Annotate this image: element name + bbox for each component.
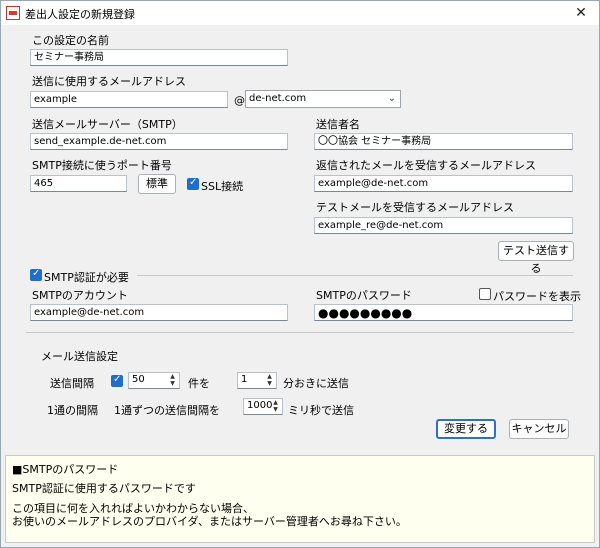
help-line-1: SMTP認証に使用するパスワードです: [12, 482, 196, 495]
count-spinner[interactable]: 50 ▲ ▼: [128, 372, 180, 389]
smtp-auth-label: SMTP認証が必要: [44, 271, 129, 284]
help-pane: ■SMTPのパスワード SMTP認証に使用するパスワードです この項目に何を入れ…: [5, 455, 595, 543]
address-user-input[interactable]: example: [30, 91, 228, 108]
test-send-button[interactable]: テスト送信する: [498, 241, 574, 275]
ssl-label: SSL接続: [201, 180, 244, 193]
port-input[interactable]: 465: [30, 175, 127, 192]
password-label: SMTPのパスワード: [316, 289, 412, 302]
domain-select[interactable]: de-net.com ⌄: [245, 90, 401, 108]
domain-select-value: de-net.com: [249, 93, 307, 104]
spinner-arrows-icon[interactable]: ▲ ▼: [168, 373, 177, 388]
interval-checkbox[interactable]: [111, 374, 123, 387]
spinner-arrows-icon[interactable]: ▲ ▼: [265, 373, 274, 388]
interval-label: 送信間隔: [50, 377, 94, 390]
per-mail-prefix: 1通ずつの送信間隔を: [114, 404, 220, 417]
show-password-label: パスワードを表示: [493, 290, 581, 303]
window-title: 差出人設定の新規登録: [25, 8, 135, 21]
minutes-spinner[interactable]: 1 ▲ ▼: [237, 372, 277, 389]
count-suffix: 件を: [188, 377, 210, 390]
name-label: この設定の名前: [32, 34, 109, 47]
smtp-auth-checkbox[interactable]: [30, 268, 42, 281]
spinner-arrows-icon[interactable]: ▲ ▼: [271, 399, 280, 414]
ms-value: 1000: [247, 400, 273, 411]
account-input[interactable]: example@de-net.com: [30, 304, 288, 321]
per-mail-label: 1通の間隔: [47, 404, 98, 417]
count-value: 50: [132, 374, 145, 385]
account-label: SMTPのアカウント: [32, 289, 128, 302]
dialog-window: 差出人設定の新規登録 ✕ この設定の名前 セミナー事務局 送信に使用するメールア…: [0, 0, 600, 548]
title-bar: 差出人設定の新規登録 ✕: [1, 1, 599, 25]
help-title: ■SMTPのパスワード: [12, 463, 119, 476]
show-password-checkbox[interactable]: [479, 288, 491, 300]
standard-port-button[interactable]: 標準: [138, 174, 176, 194]
reply-to-label: 返信されたメールを受信するメールアドレス: [316, 159, 536, 172]
app-icon: [6, 6, 20, 20]
ssl-checkbox[interactable]: [187, 177, 199, 190]
port-label: SMTP接続に使うポート番号: [32, 159, 172, 172]
section-divider: [26, 332, 574, 333]
test-mail-label: テストメールを受信するメールアドレス: [316, 201, 514, 214]
reply-to-input[interactable]: example@de-net.com: [314, 175, 573, 192]
auth-divider: [137, 275, 573, 276]
send-settings-title: メール送信設定: [41, 350, 118, 363]
ms-suffix: ミリ秒で送信: [288, 404, 354, 417]
minutes-suffix: 分おきに送信: [283, 377, 349, 390]
address-label: 送信に使用するメールアドレス: [32, 75, 186, 88]
smtp-server-input[interactable]: send_example.de-net.com: [30, 133, 288, 150]
help-line-3: お使いのメールアドレスのプロバイダ、またはサーバー管理者へお尋ね下さい。: [12, 515, 407, 528]
password-input[interactable]: ●●●●●●●●●: [314, 304, 573, 321]
sender-name-input[interactable]: 〇〇協会 セミナー事務局: [314, 133, 573, 150]
apply-button[interactable]: 変更する: [436, 419, 496, 439]
name-input[interactable]: セミナー事務局: [30, 49, 288, 66]
cancel-button[interactable]: キャンセル: [509, 419, 569, 439]
chevron-down-icon: ⌄: [387, 93, 396, 104]
at-sign: @: [234, 94, 245, 107]
close-icon[interactable]: ✕: [569, 3, 593, 23]
test-mail-input[interactable]: example_re@de-net.com: [314, 217, 573, 234]
ms-spinner[interactable]: 1000 ▲ ▼: [243, 398, 283, 415]
minutes-value: 1: [241, 374, 248, 385]
smtp-server-label: 送信メールサーバー（SMTP）: [32, 118, 183, 131]
sender-name-label: 送信者名: [316, 118, 360, 131]
